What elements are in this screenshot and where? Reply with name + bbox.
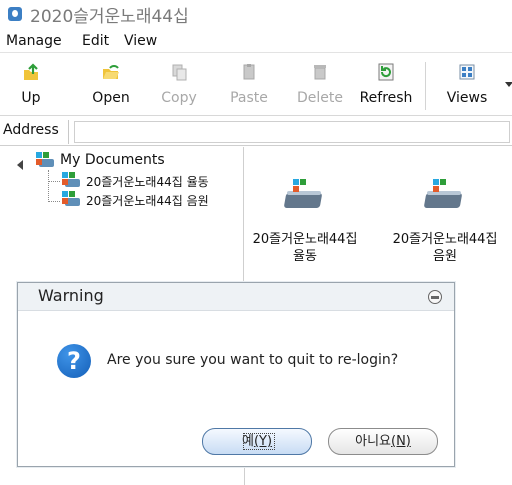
menubar: Manage Edit View bbox=[0, 29, 512, 53]
refresh-button[interactable]: Refresh bbox=[356, 62, 416, 112]
address-separator bbox=[68, 120, 69, 144]
dialog-message: Are you sure you want to quit to re-logi… bbox=[107, 352, 399, 368]
dialog-titlebar: Warning bbox=[18, 283, 454, 311]
window-title: 2020슬거운노래44십 bbox=[30, 7, 189, 27]
tree-guide-line bbox=[49, 181, 60, 182]
file-item-music[interactable]: 20즐거운노래44집 음원 bbox=[385, 179, 505, 265]
delete-button[interactable]: Delete bbox=[292, 62, 348, 112]
close-icon[interactable] bbox=[428, 290, 442, 304]
up-folder-icon bbox=[21, 62, 41, 82]
question-icon: ? bbox=[57, 344, 91, 378]
open-button[interactable]: Open bbox=[86, 62, 136, 112]
delete-icon bbox=[310, 62, 330, 82]
window-titlebar: 2020슬거운노래44십 bbox=[0, 0, 512, 28]
collapse-arrow-icon[interactable] bbox=[17, 160, 23, 170]
focus-rectangle bbox=[243, 433, 275, 450]
toolbar: Up Open Copy Paste Delete Refresh Views bbox=[0, 54, 512, 116]
network-drive-icon bbox=[36, 152, 56, 172]
menu-view[interactable]: View bbox=[124, 33, 157, 49]
menu-manage[interactable]: Manage bbox=[6, 33, 62, 49]
warning-dialog: Warning ? Are you sure you want to quit … bbox=[17, 282, 455, 467]
paste-icon bbox=[239, 62, 259, 82]
refresh-icon bbox=[376, 62, 396, 82]
menu-edit[interactable]: Edit bbox=[82, 33, 109, 49]
toolbar-separator bbox=[425, 62, 426, 110]
tree-guide-line bbox=[49, 201, 60, 202]
pane-divider bbox=[244, 468, 245, 485]
network-drive-icon bbox=[283, 179, 325, 219]
network-drive-icon bbox=[62, 172, 82, 192]
address-input[interactable] bbox=[74, 121, 510, 143]
network-drive-icon bbox=[62, 191, 82, 211]
file-item-dance[interactable]: 20즐거운노래44집 율동 bbox=[245, 179, 365, 265]
file-view: 20즐거운노래44집 율동 20즐거운노래44집 음원 bbox=[245, 147, 512, 287]
open-folder-icon bbox=[101, 62, 121, 82]
paste-button[interactable]: Paste bbox=[224, 62, 274, 112]
no-button-shortcut: (N) bbox=[391, 434, 411, 449]
copy-button[interactable]: Copy bbox=[154, 62, 204, 112]
address-label: Address bbox=[3, 122, 59, 138]
folder-tree: My Documents 20즐거운노래44집 율동 20즐거운노래44집 음원 bbox=[0, 147, 244, 287]
dialog-title: Warning bbox=[38, 286, 104, 305]
up-button[interactable]: Up bbox=[14, 62, 48, 112]
tree-guide-line bbox=[48, 170, 49, 202]
views-icon bbox=[457, 62, 477, 82]
chevron-down-icon[interactable] bbox=[505, 82, 512, 87]
no-button-label: 아니요 bbox=[355, 434, 391, 449]
yes-button[interactable]: 예(Y) bbox=[202, 428, 312, 455]
address-bar: Address bbox=[0, 118, 512, 146]
app-icon bbox=[8, 7, 22, 21]
network-drive-icon bbox=[423, 179, 465, 219]
views-button[interactable]: Views bbox=[441, 62, 493, 112]
copy-icon bbox=[169, 62, 189, 82]
no-button[interactable]: 아니요(N) bbox=[328, 428, 438, 455]
